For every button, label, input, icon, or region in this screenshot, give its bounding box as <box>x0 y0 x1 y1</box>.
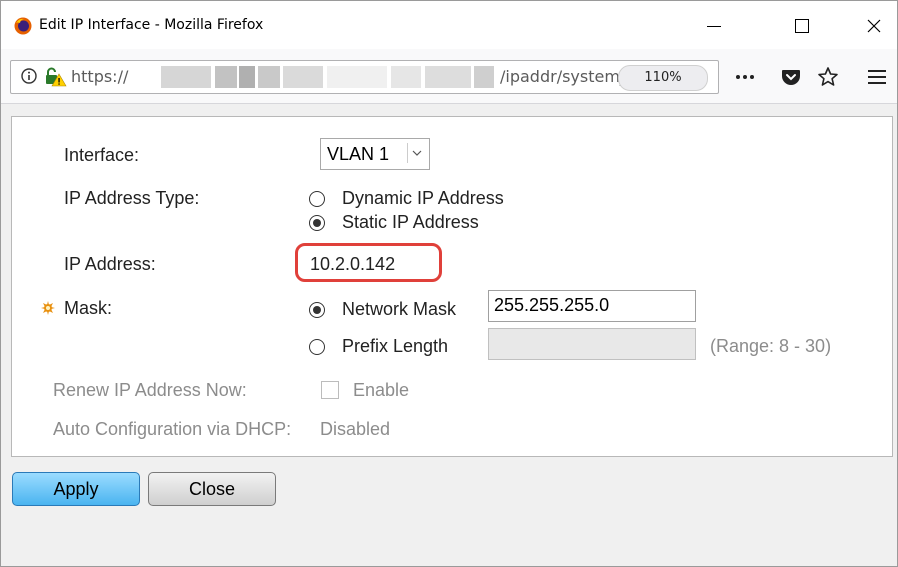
prefix-length-radio[interactable] <box>309 339 325 355</box>
prefix-length-option-label: Prefix Length <box>342 336 449 356</box>
ip-address-value[interactable]: 10.2.0.142 <box>310 253 395 275</box>
network-mask-option-label: Network Mask <box>342 299 457 319</box>
network-mask-radio[interactable] <box>309 302 325 318</box>
renew-ip-label: Renew IP Address Now: <box>53 380 247 400</box>
bookmark-star-icon[interactable] <box>816 65 840 89</box>
pocket-icon[interactable] <box>779 65 803 89</box>
required-field-icon <box>41 301 55 315</box>
insecure-lock-icon[interactable] <box>45 67 67 87</box>
auto-config-label: Auto Configuration via DHCP: <box>53 419 292 439</box>
ip-address-label: IP Address: <box>64 254 156 274</box>
interface-select-value: VLAN 1 <box>327 144 390 164</box>
auto-config-value: Disabled <box>320 419 391 439</box>
renew-enable-label: Enable <box>353 380 410 400</box>
more-actions-icon[interactable] <box>733 65 757 89</box>
navigation-bar: https:// /ipaddr/system_ 110% <box>1 49 897 104</box>
apply-button[interactable]: Apply <box>12 472 140 506</box>
chevron-down-icon <box>407 143 426 163</box>
static-ip-option-label: Static IP Address <box>342 212 479 232</box>
window-title: Edit IP Interface - Mozilla Firefox <box>39 17 264 33</box>
url-redaction <box>161 66 496 88</box>
url-prefix: https:// <box>71 67 129 86</box>
renew-enable-checkbox[interactable] <box>321 381 339 399</box>
page-content: Interface: VLAN 1 IP Address Type: Dynam… <box>1 104 897 566</box>
close-window-button[interactable] <box>851 9 897 43</box>
title-bar: Edit IP Interface - Mozilla Firefox <box>1 1 897 49</box>
close-icon <box>867 19 881 33</box>
maximize-button[interactable] <box>779 9 825 43</box>
network-mask-input[interactable]: 255.255.255.0 <box>488 290 696 322</box>
info-icon[interactable] <box>21 68 37 84</box>
zoom-level-badge[interactable]: 110% <box>618 65 708 91</box>
interface-select[interactable]: VLAN 1 <box>320 138 430 170</box>
edit-ip-form-panel: Interface: VLAN 1 IP Address Type: Dynam… <box>11 116 893 457</box>
minimize-button[interactable] <box>691 9 737 43</box>
prefix-length-input[interactable] <box>488 328 696 360</box>
url-bar[interactable]: https:// /ipaddr/system_ 110% <box>10 60 719 94</box>
url-path: /ipaddr/system_ <box>500 67 628 86</box>
browser-window: Edit IP Interface - Mozilla Firefox http… <box>0 0 898 567</box>
firefox-icon <box>14 17 32 35</box>
interface-label: Interface: <box>64 145 140 165</box>
ip-address-type-label: IP Address Type: <box>64 188 200 208</box>
dynamic-ip-option-label: Dynamic IP Address <box>342 188 504 208</box>
hamburger-menu-icon[interactable] <box>865 65 889 89</box>
prefix-range-hint: (Range: 8 - 30) <box>710 336 832 356</box>
dynamic-ip-radio[interactable] <box>309 191 325 207</box>
mask-label: Mask: <box>64 298 113 318</box>
static-ip-radio[interactable] <box>309 215 325 231</box>
close-button[interactable]: Close <box>148 472 276 506</box>
